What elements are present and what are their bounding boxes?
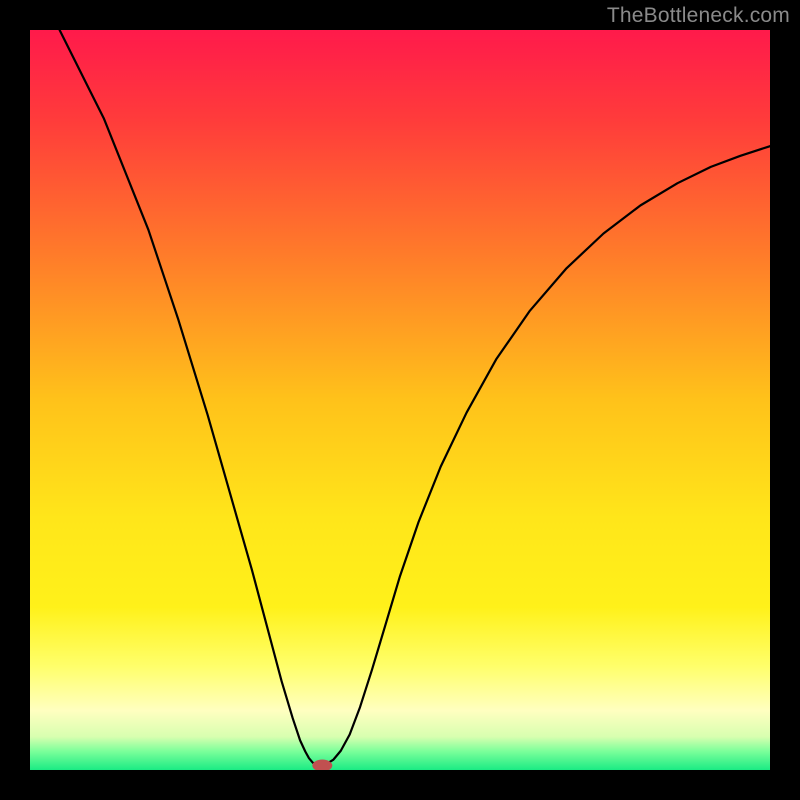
chart-frame: TheBottleneck.com (0, 0, 800, 800)
watermark-label: TheBottleneck.com (607, 4, 790, 28)
chart-svg (30, 30, 770, 770)
gradient-background (30, 30, 770, 770)
plot-area (30, 30, 770, 770)
